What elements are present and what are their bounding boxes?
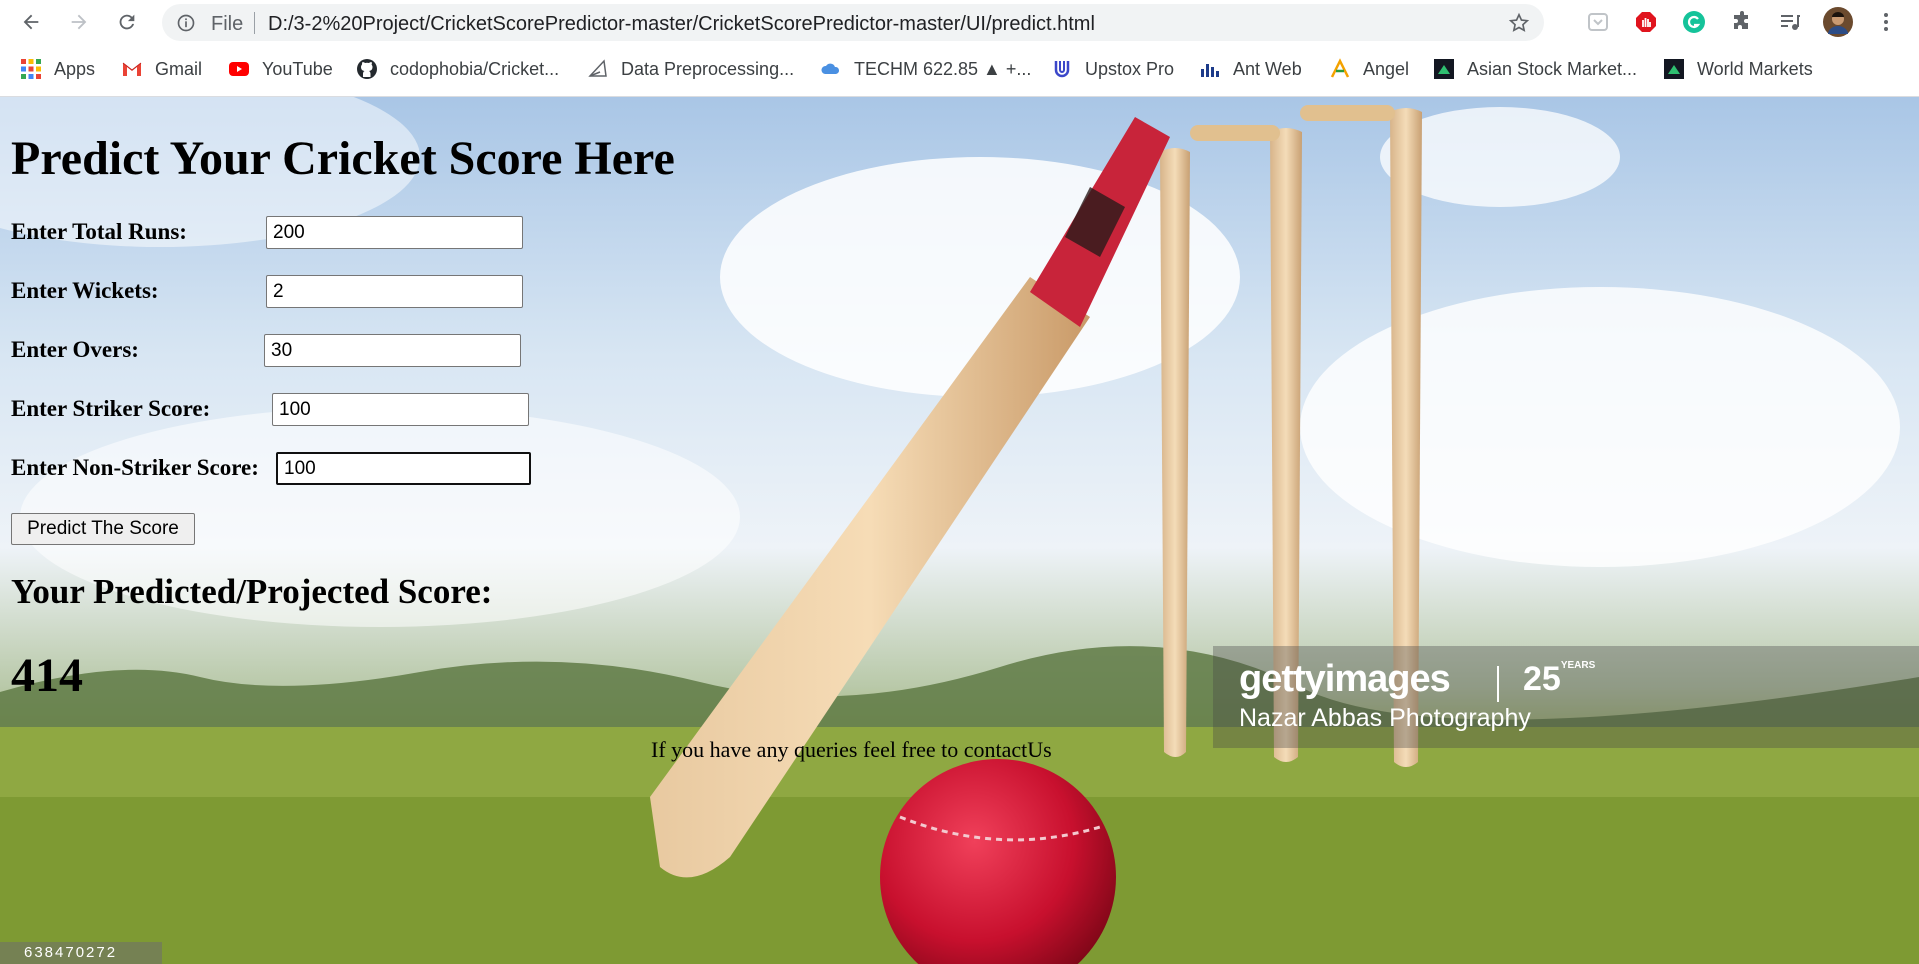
bookmark-label: Angel	[1363, 58, 1410, 79]
page-title: Predict Your Cricket Score Here	[11, 132, 675, 185]
forward-button[interactable]	[64, 7, 94, 37]
apps-grid-icon	[20, 58, 42, 80]
bookmark-label: World Markets	[1697, 58, 1813, 79]
tradingview-icon	[1663, 58, 1685, 80]
non-striker-score-label: Enter Non-Striker Score:	[11, 455, 259, 480]
striker-score-input[interactable]	[272, 393, 529, 426]
grammarly-extension-button[interactable]	[1681, 9, 1707, 35]
bookmark-world-markets[interactable]: World Markets	[1663, 58, 1813, 80]
github-icon	[356, 58, 378, 80]
bookmark-angel[interactable]: Angel	[1329, 58, 1409, 80]
scheme-label: File	[211, 13, 244, 35]
watermark-brand: gettyimages	[1239, 658, 1451, 700]
reload-button[interactable]	[112, 7, 142, 37]
watermark-overlay: gettyimages 25YEARS Nazar Abbas Photogra…	[1213, 646, 1919, 748]
bookmark-label: Data Preprocessing...	[621, 58, 795, 79]
bookmark-label: Gmail	[155, 58, 203, 79]
browser-menu-button[interactable]	[1873, 9, 1899, 35]
stock-image-id: 638470272	[0, 942, 162, 964]
arrow-left-icon	[23, 14, 39, 30]
striker-score-label: Enter Striker Score:	[11, 396, 211, 421]
watermark-years-suffix: YEARS	[1560, 660, 1596, 671]
back-button[interactable]	[16, 7, 46, 37]
bookmarks-bar: Apps Gmail YouTube codophobia/Cricket...…	[0, 44, 1919, 97]
puzzle-icon	[1734, 11, 1748, 29]
predicted-score-value: 414	[11, 649, 83, 702]
bookmark-codophobia[interactable]: codophobia/Cricket...	[356, 58, 559, 80]
star-icon[interactable]	[1508, 12, 1530, 34]
bookmark-label: Apps	[54, 58, 96, 79]
bookmark-label: codophobia/Cricket...	[390, 58, 560, 79]
bookmark-techm[interactable]: TECHM 622.85 ▲ +...	[820, 58, 1031, 80]
profile-avatar-button[interactable]	[1823, 7, 1853, 37]
watermark-credit: Nazar Abbas Photography	[1239, 704, 1531, 732]
extensions-button[interactable]	[1729, 9, 1755, 35]
predict-score-button[interactable]: Predict The Score	[11, 513, 195, 545]
browser-toolbar: File D:/3-2%20Project/CricketScorePredic…	[0, 0, 1919, 44]
watermark-years: 25YEARS	[1523, 660, 1596, 698]
info-icon[interactable]	[176, 13, 196, 33]
bookmark-label: YouTube	[262, 58, 333, 79]
reload-icon	[119, 14, 135, 30]
pocket-icon	[1588, 13, 1608, 31]
antweb-icon	[1199, 58, 1221, 80]
non-striker-score-input[interactable]	[276, 452, 531, 485]
page-content: gettyimages 25YEARS Nazar Abbas Photogra…	[0, 97, 1919, 964]
bookmark-upstox[interactable]: Upstox Pro	[1051, 58, 1174, 80]
url-text[interactable]: D:/3-2%20Project/CricketScorePredictor-m…	[268, 13, 1095, 36]
bookmark-asian-stock-market[interactable]: Asian Stock Market...	[1433, 58, 1637, 80]
watermark-divider	[1497, 666, 1499, 702]
bookmark-label: Upstox Pro	[1085, 58, 1175, 79]
bookmark-youtube[interactable]: YouTube	[228, 58, 333, 80]
overs-label: Enter Overs:	[11, 337, 139, 362]
angel-icon	[1329, 58, 1351, 80]
wickets-label: Enter Wickets:	[11, 278, 159, 303]
bookmark-label: TECHM 622.85 ▲ +...	[854, 58, 1032, 79]
bookmark-ant-web[interactable]: Ant Web	[1199, 58, 1302, 80]
arrow-right-icon	[71, 14, 87, 30]
grammarly-icon	[1683, 11, 1705, 33]
total-runs-label: Enter Total Runs:	[11, 219, 187, 244]
gmail-icon	[121, 58, 143, 80]
wickets-input[interactable]	[266, 275, 523, 308]
triangle-icon	[587, 58, 609, 80]
media-control-button[interactable]	[1777, 9, 1803, 35]
bookmark-apps[interactable]: Apps	[20, 58, 95, 80]
total-runs-input[interactable]	[266, 216, 523, 249]
kebab-menu-icon	[1884, 13, 1888, 31]
adblock-hand-icon	[1636, 12, 1656, 32]
youtube-icon	[228, 58, 250, 80]
upstox-icon	[1051, 58, 1073, 80]
avatar-icon	[1823, 7, 1853, 37]
omnibox-divider	[254, 12, 255, 34]
bookmark-gmail[interactable]: Gmail	[121, 58, 202, 80]
result-heading: Your Predicted/Projected Score:	[11, 572, 493, 611]
adblock-extension-button[interactable]	[1633, 9, 1659, 35]
cloud-icon	[820, 58, 842, 80]
contact-note: If you have any queries feel free to con…	[651, 737, 1052, 762]
tradingview-icon	[1433, 58, 1455, 80]
playlist-icon	[1781, 15, 1800, 30]
address-bar[interactable]: File D:/3-2%20Project/CricketScorePredic…	[162, 4, 1544, 41]
overs-input[interactable]	[264, 334, 521, 367]
bookmark-label: Asian Stock Market...	[1467, 58, 1638, 79]
bookmark-label: Ant Web	[1233, 58, 1302, 79]
bookmark-data-preprocessing[interactable]: Data Preprocessing...	[587, 58, 794, 80]
pocket-extension-button[interactable]	[1585, 9, 1611, 35]
